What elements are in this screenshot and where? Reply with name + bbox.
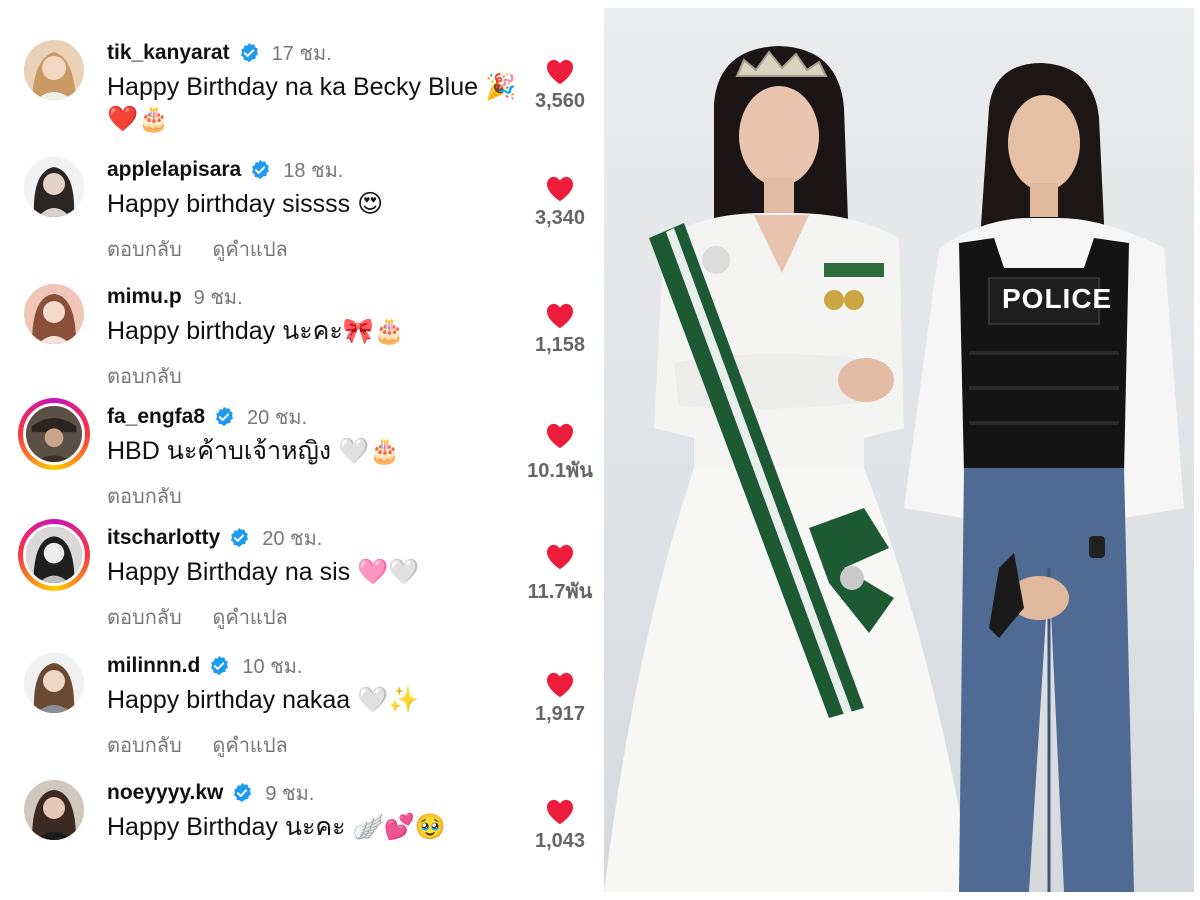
- comment-item: itscharlotty 20 ชม. Happy Birthday na si…: [0, 519, 600, 648]
- comment-text: HBD นะค้าบเจ้าหญิง 🤍🎂: [107, 437, 401, 465]
- comment-actions: ตอบกลับ: [107, 360, 207, 392]
- reply-button[interactable]: ตอบกลับ: [107, 735, 182, 757]
- like-count: 1,043: [534, 830, 586, 852]
- comment-username[interactable]: fa_engfa8: [107, 405, 205, 429]
- like-area: 3,340: [520, 175, 600, 230]
- comment-username[interactable]: applelapisara: [107, 158, 241, 182]
- heart-icon[interactable]: [545, 175, 575, 202]
- avatar-with-story-ring[interactable]: [18, 519, 90, 591]
- avatar[interactable]: [24, 780, 84, 840]
- comment-username[interactable]: noeyyyy.kw: [107, 781, 223, 805]
- comment-timestamp: 18 ชม.: [283, 160, 344, 182]
- reply-button[interactable]: ตอบกลับ: [107, 239, 182, 261]
- heart-icon[interactable]: [545, 671, 575, 698]
- avatar[interactable]: [24, 40, 84, 100]
- vest-label: POLICE: [1002, 283, 1113, 314]
- like-area: 3,560: [520, 58, 600, 113]
- screenshot-collage: tik_kanyarat 17 ชม. Happy Birthday na ka…: [0, 0, 1200, 900]
- verified-badge-icon: [211, 655, 229, 676]
- like-count: 3,340: [534, 207, 586, 229]
- heart-icon[interactable]: [545, 302, 575, 329]
- like-area: 11.7พัน: [520, 543, 600, 607]
- comment-actions: ตอบกลับ ดูคำแปล: [107, 601, 313, 633]
- comment-actions: ตอบกลับ: [107, 480, 207, 512]
- post-photo: POLICE: [604, 8, 1194, 892]
- comment-username[interactable]: mimu.p: [107, 285, 182, 309]
- heart-icon[interactable]: [545, 798, 575, 825]
- avatar[interactable]: [24, 284, 84, 344]
- comment-timestamp: 10 ชม.: [242, 656, 303, 678]
- see-translation-button[interactable]: ดูคำแปล: [212, 607, 287, 629]
- comment-text: Happy birthday sissss 😍: [107, 190, 384, 218]
- like-count: 1,917: [534, 703, 586, 725]
- verified-badge-icon: [234, 782, 252, 803]
- comment-username[interactable]: milinnn.d: [107, 654, 200, 678]
- reply-button[interactable]: ตอบกลับ: [107, 607, 182, 629]
- like-area: 1,043: [520, 798, 600, 853]
- comment-item: mimu.p 9 ชม. Happy birthday นะคะ🎀🎂 ตอบกล…: [0, 282, 600, 407]
- comment-username[interactable]: tik_kanyarat: [107, 41, 230, 65]
- verified-badge-icon: [231, 527, 249, 548]
- avatar[interactable]: [24, 157, 84, 217]
- photo-illustration: [604, 46, 1184, 892]
- comment-timestamp: 17 ชม.: [271, 43, 332, 65]
- reply-button[interactable]: ตอบกลับ: [107, 486, 182, 508]
- comment-text: Happy Birthday นะคะ 🪽💕🥹: [107, 813, 446, 841]
- comment-item: fa_engfa8 20 ชม. HBD นะค้าบเจ้าหญิง 🤍🎂 ต…: [0, 398, 600, 527]
- heart-icon[interactable]: [545, 543, 575, 570]
- comment-timestamp: 9 ชม.: [265, 783, 315, 805]
- heart-icon[interactable]: [545, 58, 575, 85]
- comment-text: Happy birthday นะคะ🎀🎂: [107, 317, 406, 345]
- comment-item: noeyyyy.kw 9 ชม. Happy Birthday นะคะ 🪽💕🥹…: [0, 778, 600, 900]
- verified-badge-icon: [252, 159, 270, 180]
- verified-badge-icon: [215, 406, 234, 427]
- heart-icon[interactable]: [545, 422, 575, 449]
- like-count: 11.7พัน: [527, 581, 593, 603]
- comment-timestamp: 20 ชม.: [262, 528, 323, 550]
- see-translation-button[interactable]: ดูคำแปล: [212, 239, 287, 261]
- comment-timestamp: 20 ชม.: [247, 407, 308, 429]
- like-count: 3,560: [534, 90, 586, 112]
- avatar[interactable]: [24, 653, 84, 713]
- reply-button[interactable]: ตอบกลับ: [107, 366, 182, 388]
- like-area: 1,917: [520, 671, 600, 726]
- comment-list: tik_kanyarat 17 ชม. Happy Birthday na ka…: [0, 0, 600, 900]
- comment-text: Happy Birthday na sis 🩷🤍: [107, 558, 420, 586]
- comment-item: tik_kanyarat 17 ชม. Happy Birthday na ka…: [0, 38, 600, 163]
- comment-timestamp: 9 ชม.: [193, 287, 243, 309]
- comment-text: Happy Birthday na ka Becky Blue 🎉❤️🎂: [107, 73, 517, 133]
- like-count: 1,158: [534, 334, 586, 356]
- comment-item: applelapisara 18 ชม. Happy birthday siss…: [0, 155, 600, 280]
- like-area: 10.1พัน: [520, 422, 600, 486]
- comment-username[interactable]: itscharlotty: [107, 526, 220, 550]
- comment-text: Happy birthday nakaa 🤍✨: [107, 686, 420, 714]
- comment-actions: ตอบกลับ ดูคำแปล: [107, 233, 313, 265]
- avatar-with-story-ring[interactable]: [18, 398, 90, 470]
- comment-actions: ตอบกลับ ดูคำแปล: [107, 729, 313, 761]
- comment-item: milinnn.d 10 ชม. Happy birthday nakaa 🤍✨…: [0, 651, 600, 776]
- like-area: 1,158: [520, 302, 600, 357]
- verified-badge-icon: [240, 42, 258, 63]
- like-count: 10.1พัน: [527, 460, 593, 482]
- see-translation-button[interactable]: ดูคำแปล: [212, 735, 287, 757]
